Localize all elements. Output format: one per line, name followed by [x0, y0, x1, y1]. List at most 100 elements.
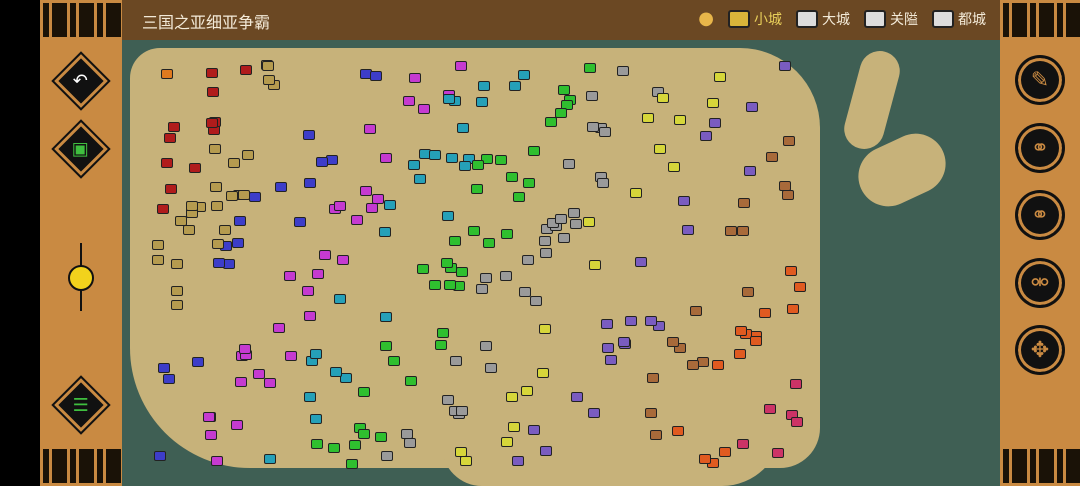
city-marker[interactable]	[228, 157, 241, 168]
city-marker[interactable]	[205, 117, 218, 128]
city-marker[interactable]	[208, 144, 221, 155]
city-marker[interactable]	[585, 90, 598, 101]
city-marker[interactable]	[171, 258, 184, 269]
city-marker[interactable]	[734, 348, 747, 359]
city-marker[interactable]	[152, 240, 165, 251]
city-marker[interactable]	[539, 247, 552, 258]
city-marker[interactable]	[645, 316, 658, 327]
city-marker[interactable]	[264, 454, 277, 465]
city-marker[interactable]	[156, 203, 169, 214]
city-marker[interactable]	[657, 93, 670, 104]
city-marker[interactable]	[778, 60, 791, 71]
city-marker[interactable]	[168, 121, 181, 132]
city-marker[interactable]	[635, 256, 648, 267]
city-marker[interactable]	[766, 151, 779, 162]
city-marker[interactable]	[568, 208, 581, 219]
city-marker[interactable]	[508, 81, 521, 92]
city-marker[interactable]	[239, 343, 252, 354]
city-marker[interactable]	[360, 185, 373, 196]
legend-capital[interactable]: 都城	[932, 9, 986, 29]
zoom-slider[interactable]	[68, 243, 94, 311]
city-marker[interactable]	[249, 191, 262, 202]
move-button[interactable]: ✥	[1015, 325, 1065, 375]
city-marker[interactable]	[786, 303, 799, 314]
city-marker[interactable]	[171, 300, 184, 311]
city-marker[interactable]	[219, 225, 232, 236]
city-marker[interactable]	[604, 354, 617, 365]
city-marker[interactable]	[370, 71, 383, 81]
city-marker[interactable]	[263, 74, 276, 85]
back-button[interactable]: ↶	[51, 51, 111, 111]
city-marker[interactable]	[454, 61, 467, 72]
city-marker[interactable]	[274, 181, 287, 192]
city-marker[interactable]	[363, 123, 376, 134]
city-marker[interactable]	[736, 226, 749, 237]
city-marker[interactable]	[500, 228, 513, 239]
city-marker[interactable]	[189, 162, 202, 173]
city-marker[interactable]	[511, 455, 524, 466]
city-marker[interactable]	[309, 413, 322, 424]
city-marker[interactable]	[471, 160, 484, 171]
city-marker[interactable]	[555, 107, 568, 118]
city-marker[interactable]	[284, 271, 297, 282]
city-marker[interactable]	[467, 225, 480, 236]
city-marker[interactable]	[794, 281, 806, 292]
city-marker[interactable]	[681, 224, 694, 235]
city-marker[interactable]	[183, 224, 196, 235]
city-marker[interactable]	[428, 149, 441, 160]
city-marker[interactable]	[746, 101, 759, 112]
city-marker[interactable]	[449, 235, 462, 246]
city-marker[interactable]	[455, 266, 468, 277]
city-marker[interactable]	[443, 94, 456, 105]
city-marker[interactable]	[346, 459, 359, 470]
city-marker[interactable]	[262, 61, 275, 72]
city-marker[interactable]	[241, 149, 254, 160]
city-marker[interactable]	[644, 407, 657, 418]
city-marker[interactable]	[673, 114, 686, 125]
city-marker[interactable]	[625, 315, 638, 326]
city-marker[interactable]	[558, 85, 571, 96]
city-marker[interactable]	[536, 368, 549, 379]
city-marker[interactable]	[666, 337, 679, 348]
city-marker[interactable]	[785, 265, 798, 276]
zoom-slider-knob[interactable]	[68, 265, 94, 291]
city-marker[interactable]	[494, 155, 507, 166]
city-marker[interactable]	[175, 215, 188, 226]
city-marker[interactable]	[686, 360, 699, 371]
city-marker[interactable]	[649, 429, 662, 440]
city-marker[interactable]	[522, 178, 535, 189]
city-marker[interactable]	[485, 363, 498, 374]
city-marker[interactable]	[601, 342, 614, 353]
city-marker[interactable]	[264, 378, 277, 389]
city-marker[interactable]	[724, 225, 737, 236]
city-marker[interactable]	[401, 428, 414, 439]
city-marker[interactable]	[303, 311, 316, 322]
city-marker[interactable]	[457, 122, 470, 133]
city-marker[interactable]	[678, 196, 691, 207]
city-marker[interactable]	[458, 160, 471, 171]
city-marker[interactable]	[374, 432, 387, 443]
city-marker[interactable]	[437, 328, 450, 339]
city-marker[interactable]	[558, 232, 571, 243]
location-pin-icon[interactable]: ●	[698, 8, 714, 29]
city-marker[interactable]	[326, 154, 339, 165]
city-marker[interactable]	[233, 216, 246, 227]
city-marker[interactable]	[738, 197, 751, 208]
city-marker[interactable]	[191, 356, 204, 367]
city-marker[interactable]	[161, 69, 174, 80]
edit-button[interactable]: ✎	[1015, 55, 1065, 105]
city-marker[interactable]	[310, 348, 323, 359]
city-marker[interactable]	[519, 286, 532, 297]
city-marker[interactable]	[734, 326, 747, 337]
city-marker[interactable]	[601, 318, 614, 329]
city-marker[interactable]	[315, 157, 328, 168]
city-marker[interactable]	[713, 71, 726, 82]
city-marker[interactable]	[707, 97, 720, 108]
city-marker[interactable]	[330, 366, 343, 377]
city-marker[interactable]	[171, 285, 184, 296]
legend-small-city[interactable]: 小城	[728, 9, 782, 29]
city-marker[interactable]	[630, 187, 643, 198]
city-marker[interactable]	[521, 254, 534, 265]
city-marker[interactable]	[530, 296, 543, 307]
city-marker[interactable]	[711, 360, 724, 371]
